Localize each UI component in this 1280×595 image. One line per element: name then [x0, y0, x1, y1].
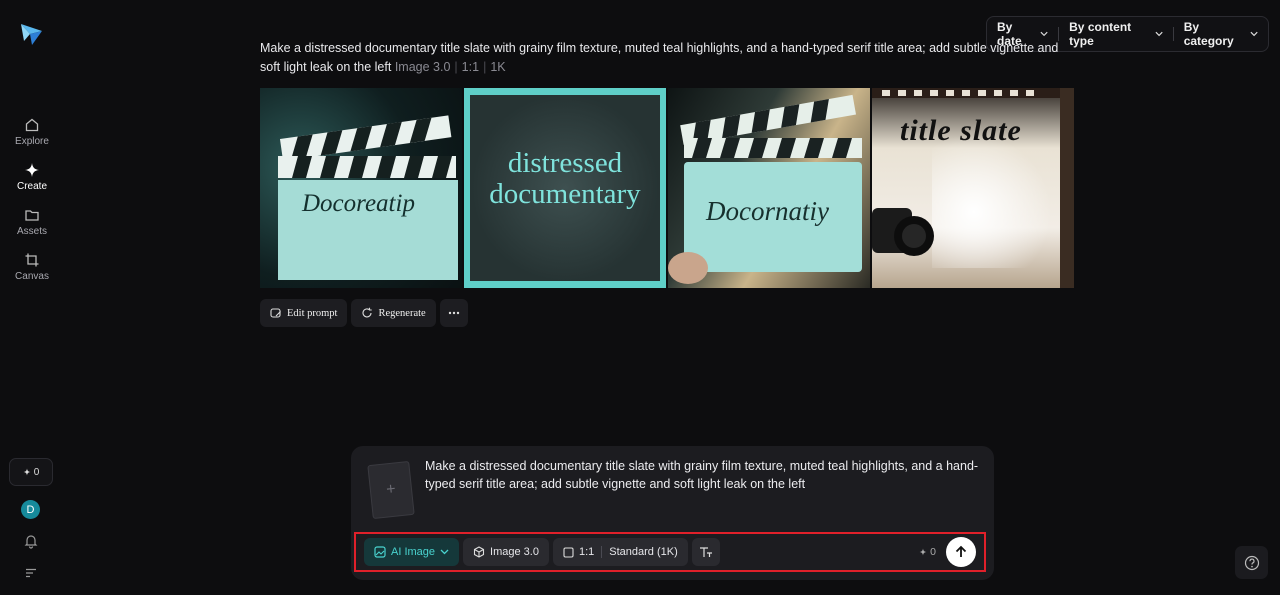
nav-assets-label: Assets [16, 226, 47, 237]
clapperboard-image [668, 94, 862, 284]
nav-create[interactable]: Create [6, 162, 58, 192]
image-2-text: distressed documentary [489, 147, 641, 210]
divider [601, 546, 603, 558]
nav-explore[interactable]: Explore [6, 117, 58, 147]
regenerate-label: Regenerate [378, 307, 426, 319]
filter-by-category-label: By category [1183, 20, 1234, 48]
image-4-text: title slate [900, 114, 1022, 147]
generated-image-4[interactable]: title slate [872, 88, 1074, 288]
clapperboard-image [278, 115, 458, 280]
sparkle-icon [23, 468, 31, 476]
sparkle-icon [25, 163, 39, 177]
nav-explore-label: Explore [15, 136, 49, 147]
result-ratio: 1:1 [461, 60, 480, 74]
image-1-text: Docoreatip [302, 190, 415, 217]
plus-icon: + [385, 480, 397, 499]
generate-button[interactable] [946, 537, 976, 567]
camera-icon [872, 208, 934, 256]
ratio-label: 1:1 [578, 546, 595, 558]
image-3-text: Docornatiy [706, 196, 829, 226]
logo[interactable] [18, 21, 44, 47]
menu-icon[interactable] [23, 565, 39, 581]
refresh-icon [362, 307, 373, 318]
chevron-down-icon [1250, 31, 1258, 37]
cost-value: 0 [930, 546, 936, 558]
mode-select[interactable]: AI Image [364, 538, 460, 566]
generation-cost: 0 [919, 546, 936, 558]
cube-icon [473, 546, 485, 558]
edit-icon [270, 308, 281, 318]
result-prompt: Make a distressed documentary title slat… [260, 41, 1059, 74]
folder-icon [25, 210, 39, 221]
mode-label: AI Image [391, 546, 436, 558]
text-style-button[interactable] [691, 538, 720, 566]
edit-prompt-button[interactable]: Edit prompt [260, 299, 348, 327]
filter-by-content-type-label: By content type [1069, 20, 1132, 48]
edit-prompt-label: Edit prompt [287, 307, 338, 319]
generated-image-1[interactable]: Docoreatip [260, 88, 462, 288]
chevron-down-icon [440, 549, 449, 555]
prompt-composer: + Make a distressed documentary title sl… [351, 446, 994, 580]
result-model: Image 3.0 [394, 60, 451, 74]
nav-canvas-label: Canvas [15, 271, 49, 282]
model-select[interactable]: Image 3.0 [463, 538, 549, 566]
nav-canvas[interactable]: Canvas [6, 252, 58, 282]
image-grid: Docoreatip distressed documentary Docorn… [260, 88, 1074, 288]
bell-icon[interactable] [23, 533, 39, 549]
generated-image-3[interactable]: Docornatiy [668, 88, 870, 288]
model-label: Image 3.0 [490, 546, 539, 558]
image-icon [374, 546, 386, 558]
arrow-up-icon [955, 545, 967, 557]
more-options-button[interactable] [439, 299, 468, 327]
text-format-icon [699, 547, 712, 557]
result-prompt-text: Make a distressed documentary title slat… [260, 41, 1059, 74]
help-button[interactable] [1235, 546, 1268, 579]
generated-image-2[interactable]: distressed documentary [464, 88, 666, 288]
chevron-down-icon [1040, 31, 1048, 37]
nav-create-label: Create [16, 181, 47, 192]
add-reference-image-button[interactable]: + [367, 460, 415, 520]
crop-icon [25, 253, 39, 267]
credits-pill[interactable]: 0 [9, 458, 53, 486]
composer-toolbar: AI Image Image 3.0 1:1 Standard (1K) 0 [354, 532, 986, 572]
prompt-input[interactable]: Make a distressed documentary title slat… [425, 458, 985, 493]
regenerate-button[interactable]: Regenerate [351, 299, 436, 327]
sidebar: Explore Create Assets Canvas 0 D [0, 0, 64, 595]
size-select[interactable]: 1:1 Standard (1K) [552, 538, 688, 566]
filter-by-content-type[interactable]: By content type [1059, 17, 1173, 51]
sparkle-icon [919, 548, 927, 556]
quality-label: Standard (1K) [609, 546, 678, 558]
filter-by-category[interactable]: By category [1174, 17, 1268, 51]
home-icon [25, 118, 39, 132]
credits-count: 0 [33, 466, 40, 478]
result-resolution: 1K [490, 60, 506, 74]
avatar[interactable]: D [21, 500, 40, 519]
help-icon [1244, 555, 1259, 570]
result-actions: Edit prompt Regenerate [260, 299, 468, 327]
aspect-ratio-icon [563, 546, 574, 558]
chevron-down-icon [1155, 31, 1163, 37]
more-icon [448, 311, 459, 315]
nav-assets[interactable]: Assets [6, 207, 58, 237]
